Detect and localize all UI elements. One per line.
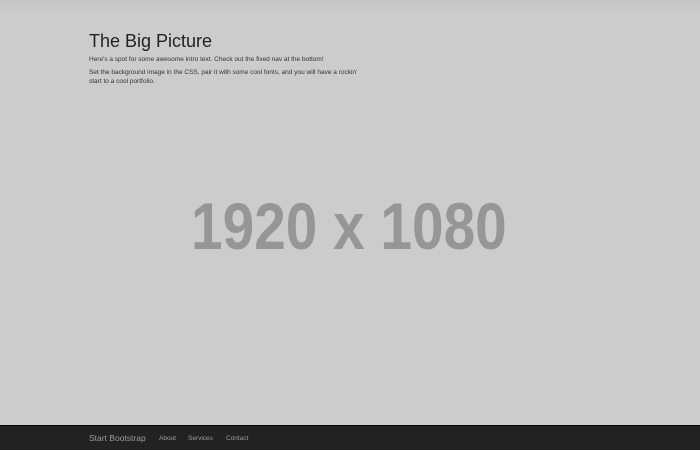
nav-link-about[interactable]: About bbox=[159, 434, 176, 443]
nav-link-contact[interactable]: Contact bbox=[226, 434, 248, 443]
navbar-brand[interactable]: Start Bootstrap bbox=[89, 432, 146, 444]
background-top-shade bbox=[0, 0, 700, 16]
intro-paragraph-2: Set the background image in the CSS, pai… bbox=[89, 69, 358, 85]
page-title: The Big Picture bbox=[89, 31, 213, 51]
intro-section: The Big Picture Here's a spot for some a… bbox=[89, 30, 359, 86]
fixed-bottom-navbar: Start Bootstrap About Services Contact bbox=[0, 425, 700, 450]
background-image-placeholder: 1920 x 1080 bbox=[191, 189, 507, 263]
intro-paragraph-1: Here's a spot for some awesome intro tex… bbox=[89, 56, 324, 63]
nav-link-services[interactable]: Services bbox=[188, 434, 213, 443]
